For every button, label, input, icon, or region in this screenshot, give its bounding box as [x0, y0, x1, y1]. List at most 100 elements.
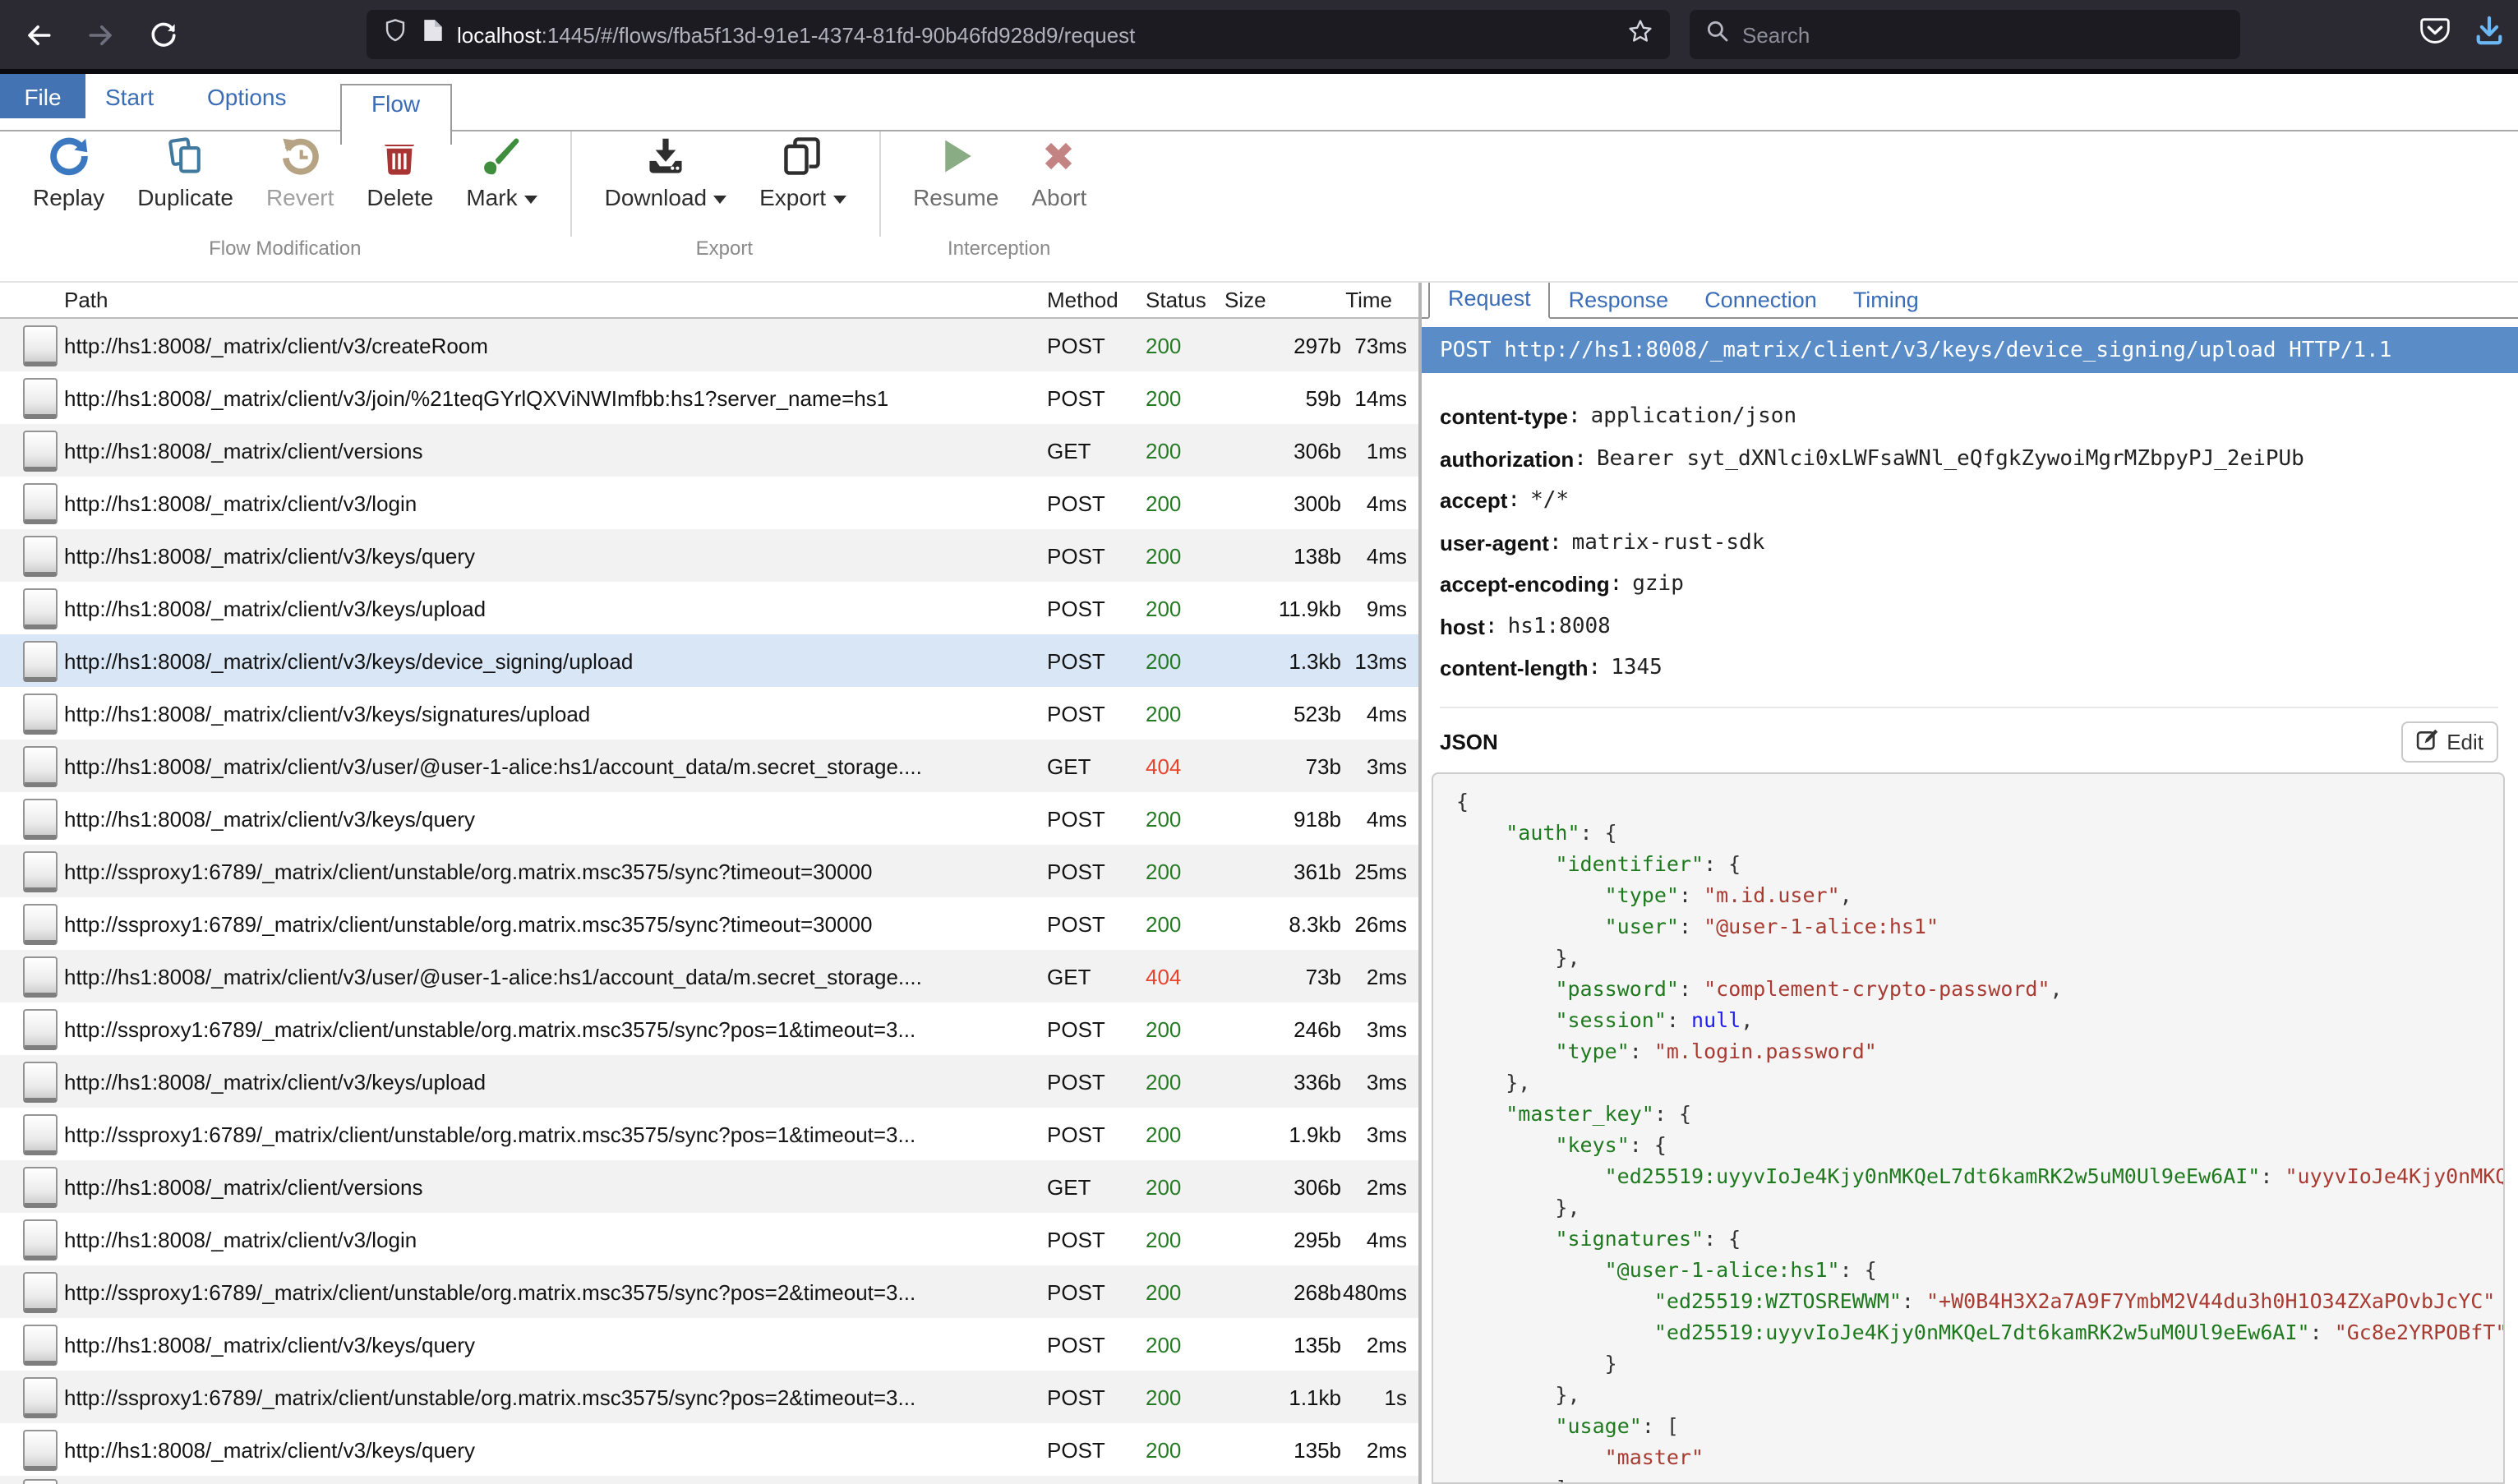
header-separator: :: [1549, 531, 1562, 555]
reload-button[interactable]: [138, 10, 187, 59]
menu-start[interactable]: Start: [105, 74, 154, 118]
json-line: "usage": [: [1456, 1409, 2503, 1440]
header-value: matrix-rust-sdk: [1572, 531, 1765, 555]
flow-time: 3ms: [1341, 754, 1418, 778]
search-input[interactable]: [1742, 22, 2170, 47]
flow-row[interactable]: http://hs1:8008/_matrix/client/v3/keys/q…: [0, 1318, 1418, 1371]
column-header-path[interactable]: Path: [0, 288, 1047, 312]
flow-row[interactable]: http://hs1:8008/_matrix/client/v3/loginP…: [0, 1213, 1418, 1265]
flow-path: http://hs1:8008/_matrix/client/v3/keys/d…: [64, 648, 1047, 673]
flow-row[interactable]: http://ssproxy1:6789/_matrix/client/unst…: [0, 845, 1418, 897]
flow-method: POST: [1047, 701, 1146, 726]
flow-row[interactable]: http://hs1:8008/_matrix/client/v3/join/%…: [0, 371, 1418, 424]
flow-method: POST: [1047, 1122, 1146, 1146]
flow-status: 200: [1146, 385, 1211, 410]
export-button[interactable]: Export: [743, 131, 862, 214]
json-line: "ed25519:WZTOSREWWM": "+W0B4H3X2a7A9F7Ym…: [1456, 1284, 2503, 1316]
revert-button[interactable]: Revert: [250, 131, 350, 214]
page-icon[interactable]: [422, 18, 444, 51]
flow-row[interactable]: http://hs1:8008/_matrix/client/v3/keys/q…: [0, 792, 1418, 845]
duplicate-button[interactable]: Duplicate: [121, 131, 250, 214]
request-first-line: POST http://hs1:8008/_matrix/client/v3/k…: [1422, 327, 2518, 373]
flow-method: POST: [1047, 543, 1146, 568]
tab-timing[interactable]: Timing: [1835, 283, 1937, 317]
flow-status: 200: [1146, 333, 1211, 357]
flow-row[interactable]: http://ssproxy1:6789/_matrix/client/unst…: [0, 1265, 1418, 1318]
flow-row[interactable]: http://hs1:8008/_matrix/client/v3/user/@…: [0, 950, 1418, 1002]
flow-time: 73ms: [1341, 333, 1418, 357]
request-header-row[interactable]: content-length:1345: [1440, 648, 2518, 689]
flow-path: http://ssproxy1:6789/_matrix/client/unst…: [64, 911, 1047, 936]
flow-status: 200: [1146, 806, 1211, 831]
flow-row[interactable]: http://hs1:8008/_matrix/client/v3/keys/s…: [0, 687, 1418, 740]
flow-size: 361b: [1211, 859, 1341, 883]
tab-request[interactable]: Request: [1428, 283, 1551, 319]
json-line: "keys": {: [1456, 1128, 2503, 1159]
flow-row[interactable]: http://ssproxy1:6789/_matrix/client/unst…: [0, 1371, 1418, 1423]
column-header-size[interactable]: Size: [1211, 288, 1341, 312]
flow-row[interactable]: [0, 1476, 1418, 1484]
edit-button[interactable]: Edit: [2400, 721, 2498, 762]
flow-row[interactable]: http://hs1:8008/_matrix/client/v3/user/@…: [0, 740, 1418, 792]
flow-row[interactable]: http://hs1:8008/_matrix/client/v3/loginP…: [0, 477, 1418, 529]
flow-path: http://hs1:8008/_matrix/client/v3/user/@…: [64, 754, 1047, 778]
header-separator: :: [1610, 573, 1623, 597]
request-header-row[interactable]: authorization:Bearer syt_dXNlci0xLWFsaWN…: [1440, 438, 2518, 480]
flow-row[interactable]: http://ssproxy1:6789/_matrix/client/unst…: [0, 897, 1418, 950]
flow-method: POST: [1047, 491, 1146, 515]
json-body-view[interactable]: { "auth": { "identifier": { "type": "m.i…: [1432, 772, 2505, 1484]
back-button[interactable]: [13, 10, 62, 59]
resume-icon: [936, 135, 975, 177]
flow-size: 918b: [1211, 806, 1341, 831]
flow-type-icon: [23, 325, 58, 366]
flow-type-icon: [23, 850, 58, 892]
flow-path: http://hs1:8008/_matrix/client/v3/keys/s…: [64, 701, 1047, 726]
download-button[interactable]: Download: [588, 131, 744, 214]
mark-icon: [482, 135, 521, 177]
bookmark-star-icon[interactable]: [1627, 17, 1653, 52]
forward-button[interactable]: [76, 10, 125, 59]
flow-status: 200: [1146, 1437, 1211, 1462]
replay-button[interactable]: Replay: [16, 131, 121, 214]
revert-icon: [280, 135, 320, 177]
column-header-method[interactable]: Method: [1047, 288, 1146, 312]
menu-file[interactable]: File: [0, 74, 85, 118]
flow-status: 200: [1146, 1332, 1211, 1357]
search-icon: [1706, 19, 1729, 50]
flow-row[interactable]: http://hs1:8008/_matrix/client/v3/create…: [0, 319, 1418, 371]
resume-button[interactable]: Resume: [897, 131, 1015, 214]
flow-time: 4ms: [1341, 1227, 1418, 1251]
search-bar[interactable]: [1690, 10, 2240, 59]
flow-row[interactable]: http://hs1:8008/_matrix/client/v3/keys/u…: [0, 582, 1418, 634]
mark-button[interactable]: Mark: [450, 131, 553, 214]
request-header-row[interactable]: host:hs1:8008: [1440, 606, 2518, 648]
header-name: accept: [1440, 489, 1507, 514]
flow-row[interactable]: http://hs1:8008/_matrix/client/v3/keys/q…: [0, 1423, 1418, 1476]
flow-row[interactable]: http://ssproxy1:6789/_matrix/client/unst…: [0, 1108, 1418, 1160]
tab-response[interactable]: Response: [1551, 283, 1687, 317]
toolbar-group: ReplayDuplicateRevertDeleteMarkFlow Modi…: [0, 131, 570, 281]
flow-row[interactable]: http://hs1:8008/_matrix/client/versionsG…: [0, 424, 1418, 477]
shield-icon[interactable]: [383, 18, 408, 51]
flow-method: POST: [1047, 1279, 1146, 1304]
flow-row[interactable]: http://hs1:8008/_matrix/client/v3/keys/u…: [0, 1055, 1418, 1108]
request-header-row[interactable]: accept:*/*: [1440, 480, 2518, 522]
downloads-icon[interactable]: [2474, 15, 2505, 54]
request-header-row[interactable]: content-type:application/json: [1440, 396, 2518, 438]
flow-size: 135b: [1211, 1332, 1341, 1357]
pocket-icon[interactable]: [2419, 15, 2451, 54]
tab-connection[interactable]: Connection: [1686, 283, 1835, 317]
request-header-row[interactable]: user-agent:matrix-rust-sdk: [1440, 522, 2518, 564]
flow-row[interactable]: http://hs1:8008/_matrix/client/v3/keys/q…: [0, 529, 1418, 582]
flow-row[interactable]: http://hs1:8008/_matrix/client/versionsG…: [0, 1160, 1418, 1213]
flow-row[interactable]: http://ssproxy1:6789/_matrix/client/unst…: [0, 1002, 1418, 1055]
abort-button[interactable]: Abort: [1015, 131, 1103, 214]
flow-row[interactable]: http://hs1:8008/_matrix/client/v3/keys/d…: [0, 634, 1418, 687]
menu-options[interactable]: Options: [207, 74, 287, 118]
request-header-row[interactable]: accept-encoding:gzip: [1440, 564, 2518, 606]
menu-tab-flow[interactable]: Flow: [340, 84, 451, 145]
column-header-status[interactable]: Status: [1146, 288, 1211, 312]
url-bar[interactable]: localhost:1445/#/flows/fba5f13d-91e1-437…: [367, 10, 1670, 59]
column-header-time[interactable]: Time: [1341, 288, 1418, 312]
flow-time: 3ms: [1341, 1069, 1418, 1094]
